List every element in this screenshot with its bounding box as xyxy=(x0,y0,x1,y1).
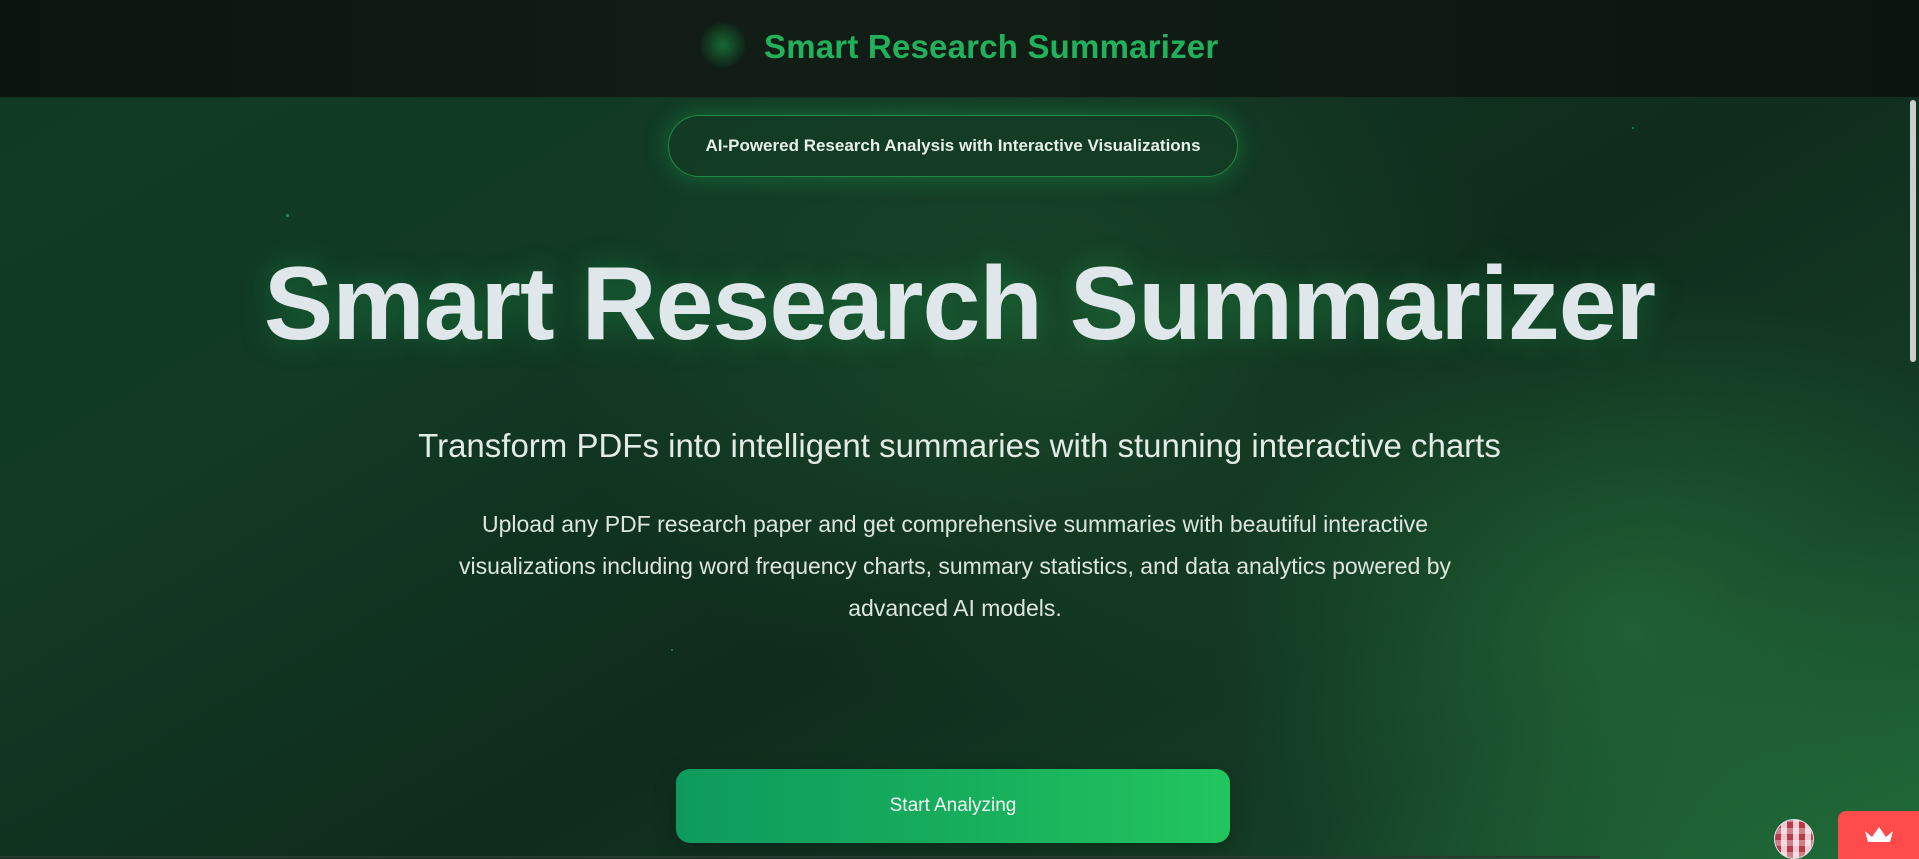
hero-description: Upload any PDF research paper and get co… xyxy=(458,511,1452,621)
hero-section: AI-Powered Research Analysis with Intera… xyxy=(0,97,1919,859)
page-scrollbar[interactable] xyxy=(1910,100,1916,362)
hero-title: Smart Research Summarizer xyxy=(263,246,1656,362)
decorative-particle xyxy=(671,649,673,651)
user-avatar[interactable] xyxy=(1774,819,1814,859)
crown-icon xyxy=(1864,827,1893,842)
decorative-particle xyxy=(1632,127,1634,129)
hero-subtitle: Transform PDFs into intelligent summarie… xyxy=(418,427,1501,464)
logo-glow-icon xyxy=(700,22,746,68)
feature-badge: AI-Powered Research Analysis with Intera… xyxy=(668,115,1238,177)
avatar-pattern xyxy=(1775,820,1813,858)
bottom-divider xyxy=(0,856,1600,858)
decorative-particle xyxy=(286,214,289,217)
start-analyzing-button[interactable]: Start Analyzing xyxy=(676,769,1230,843)
top-header: Smart Research Summarizer xyxy=(0,0,1919,98)
floating-app-button[interactable] xyxy=(1838,811,1919,859)
start-analyzing-label: Start Analyzing xyxy=(889,795,1017,816)
header-title: Smart Research Summarizer xyxy=(764,28,1219,65)
